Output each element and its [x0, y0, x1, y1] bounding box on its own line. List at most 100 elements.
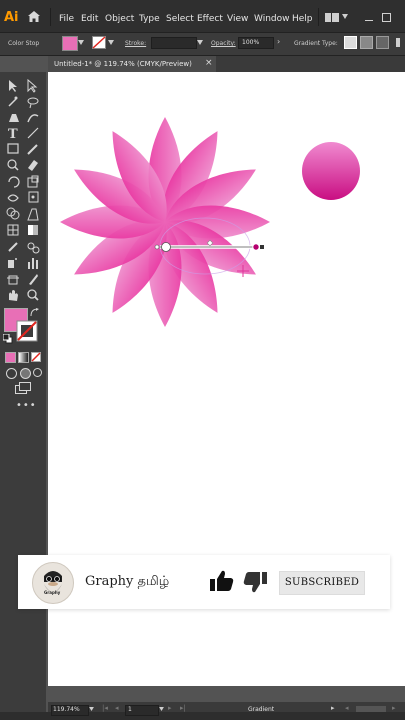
- scroll-right-icon[interactable]: ▸: [392, 704, 396, 712]
- gradient-tool-icon[interactable]: [28, 225, 38, 235]
- home-icon[interactable]: [28, 11, 40, 22]
- tools-panel: T •••: [0, 72, 46, 712]
- menu-select[interactable]: Select: [166, 14, 194, 24]
- gradient-color-stop[interactable]: [252, 243, 260, 251]
- minimize-icon[interactable]: [365, 20, 373, 21]
- thumbs-down-icon[interactable]: [243, 571, 267, 593]
- maximize-icon[interactable]: [382, 13, 391, 22]
- menu-file[interactable]: File: [59, 14, 74, 24]
- curvature-tool-icon[interactable]: [27, 114, 39, 123]
- slice-tool-icon[interactable]: [29, 274, 38, 285]
- stroke-label[interactable]: Stroke:: [125, 40, 146, 47]
- draw-behind-icon[interactable]: [20, 368, 31, 379]
- avatar[interactable]: [32, 562, 74, 604]
- svg-text:T: T: [8, 127, 18, 142]
- menu-effect[interactable]: Effect: [197, 14, 223, 24]
- chevron-down-icon[interactable]: [89, 707, 94, 711]
- stroke-swatch[interactable]: [16, 320, 38, 342]
- eraser-tool-icon[interactable]: [28, 160, 38, 171]
- free-transform-tool-icon[interactable]: [28, 191, 39, 203]
- artboard-number: 1: [128, 706, 132, 713]
- menu-object[interactable]: Object: [105, 14, 134, 24]
- gradient-circle-shape[interactable]: [302, 142, 360, 200]
- chevron-down-icon[interactable]: [78, 40, 84, 45]
- gradient-mode-icon[interactable]: [18, 352, 29, 363]
- scale-tool-icon[interactable]: [27, 175, 39, 188]
- perspective-grid-tool-icon[interactable]: [27, 208, 39, 221]
- chevron-down-icon[interactable]: [342, 14, 348, 19]
- line-segment-tool-icon[interactable]: [27, 127, 39, 139]
- freeform-gradient-icon[interactable]: [376, 36, 389, 49]
- zoom-tool-icon[interactable]: [27, 289, 39, 301]
- status-expand-icon[interactable]: ▸: [331, 704, 335, 712]
- hand-tool-icon[interactable]: [9, 290, 18, 301]
- draw-inside-icon[interactable]: [33, 368, 42, 377]
- menu-window[interactable]: Window: [254, 14, 290, 24]
- default-fill-stroke-icon[interactable]: [3, 334, 13, 344]
- chevron-right-icon[interactable]: ›: [277, 37, 280, 46]
- opacity-label[interactable]: Opacity:: [211, 40, 236, 47]
- opacity-value: 100%: [242, 39, 260, 46]
- subscribe-button[interactable]: SUBSCRIBED: [279, 571, 365, 595]
- next-artboard-icon[interactable]: ▸: [168, 704, 172, 712]
- mesh-tool-icon[interactable]: [7, 224, 19, 236]
- artboard-tool-icon[interactable]: [7, 275, 19, 285]
- selection-tool-icon[interactable]: [9, 80, 17, 92]
- draw-normal-icon[interactable]: [6, 368, 17, 379]
- gradient-end-handle[interactable]: [260, 245, 264, 249]
- chevron-down-icon[interactable]: [197, 40, 203, 45]
- scroll-left-icon[interactable]: ◂: [345, 704, 349, 712]
- zoom-level: 119.74%: [53, 706, 80, 713]
- flower-shape[interactable]: [60, 117, 270, 327]
- horizontal-scrollbar[interactable]: [356, 706, 386, 712]
- symbol-sprayer-tool-icon[interactable]: [8, 258, 17, 268]
- thumbs-up-icon[interactable]: [210, 570, 234, 592]
- linear-gradient-icon[interactable]: [344, 36, 357, 49]
- none-mode-icon[interactable]: [31, 352, 41, 362]
- direct-selection-tool-icon[interactable]: [27, 78, 38, 93]
- rectangle-tool-icon[interactable]: [7, 143, 19, 154]
- rotate-tool-icon[interactable]: [8, 176, 20, 188]
- lasso-tool-icon[interactable]: [27, 97, 39, 109]
- shape-builder-tool-icon[interactable]: [6, 207, 20, 220]
- document-tab-title: Untitled-1* @ 119.74% (CMYK/Preview): [54, 60, 192, 68]
- color-stop-label: Color Stop: [8, 40, 40, 47]
- close-icon[interactable]: ×: [205, 58, 213, 68]
- magic-wand-tool-icon[interactable]: [8, 96, 18, 107]
- avatar-text: Graphy: [44, 590, 61, 595]
- channel-name[interactable]: Graphy தமிழ்: [85, 574, 169, 590]
- blend-tool-icon[interactable]: [27, 242, 40, 254]
- eyedropper-tool-icon[interactable]: [8, 242, 18, 252]
- chevron-down-icon[interactable]: [108, 40, 114, 45]
- menu-view[interactable]: View: [227, 14, 248, 24]
- chevron-down-icon[interactable]: [159, 707, 164, 711]
- gradient-type-label: Gradient Type:: [294, 40, 338, 47]
- color-mode-icon[interactable]: [5, 352, 16, 363]
- stroke-weight-field[interactable]: [151, 37, 197, 49]
- app-logo: Ai: [4, 10, 19, 25]
- control-bar-menu-icon[interactable]: [396, 38, 400, 47]
- pen-tool-icon[interactable]: [9, 114, 19, 122]
- swap-fill-stroke-icon[interactable]: [30, 308, 39, 317]
- paintbrush-tool-icon[interactable]: [27, 144, 38, 155]
- previous-artboard-icon[interactable]: ◂: [115, 704, 119, 712]
- more-tools-icon[interactable]: •••: [16, 400, 37, 411]
- type-tool-icon[interactable]: T: [8, 127, 18, 142]
- width-tool-icon[interactable]: [7, 194, 19, 202]
- menu-edit[interactable]: Edit: [81, 14, 98, 24]
- last-artboard-icon[interactable]: ▸|: [180, 704, 186, 712]
- screen-mode-icon[interactable]: [15, 382, 31, 394]
- shaper-tool-icon[interactable]: [7, 159, 19, 171]
- menu-help[interactable]: Help: [292, 14, 313, 24]
- menu-bar: Ai File Edit Object Type Select Effect V…: [0, 0, 405, 32]
- menu-divider: [50, 8, 51, 26]
- menu-type[interactable]: Type: [139, 14, 160, 24]
- column-graph-tool-icon[interactable]: [28, 258, 38, 269]
- workspace-switcher-icon[interactable]: [325, 13, 339, 22]
- menu-divider: [318, 8, 319, 26]
- radial-gradient-icon[interactable]: [360, 36, 373, 49]
- stroke-none-icon[interactable]: [92, 36, 106, 49]
- first-artboard-icon[interactable]: |◂: [102, 704, 108, 712]
- fill-color-swatch[interactable]: [62, 36, 78, 51]
- gradient-origin-handle[interactable]: [161, 242, 171, 252]
